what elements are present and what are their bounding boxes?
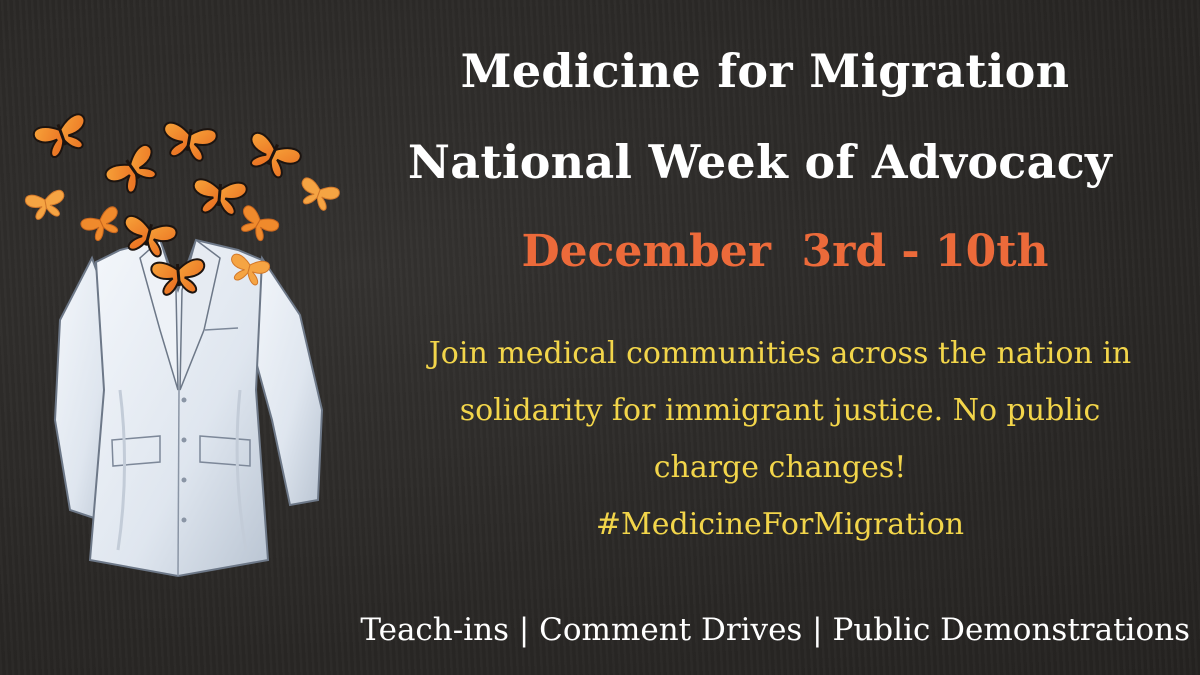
- hashtag: #MedicineForMigration: [595, 507, 965, 542]
- monarch-butterfly-icon: [241, 205, 280, 242]
- poster-title: Medicine for Migration: [460, 44, 1070, 98]
- body-line: charge changes!: [653, 450, 907, 485]
- monarch-butterfly-icon: [192, 178, 248, 216]
- lab-coat-butterflies-illustration: [24, 113, 340, 578]
- monarch-butterfly-icon: [301, 177, 340, 211]
- call-to-action-text: Join medical communities across the nati…: [340, 325, 1200, 553]
- monarch-butterfly-icon: [24, 189, 65, 220]
- butterfly-swarm: [24, 113, 340, 296]
- monarch-butterfly-icon: [104, 144, 157, 194]
- activities-list: Teach-ins | Comment Drives | Public Demo…: [360, 612, 1190, 648]
- monarch-butterfly-icon: [163, 121, 218, 162]
- event-dates: December 3rd - 10th: [521, 226, 1049, 277]
- poster-subtitle: National Week of Advocacy: [407, 135, 1113, 189]
- body-line: solidarity for immigrant justice. No pub…: [459, 393, 1101, 428]
- monarch-butterfly-icon: [80, 206, 118, 242]
- body-line: Join medical communities across the nati…: [428, 336, 1132, 371]
- monarch-butterfly-icon: [32, 113, 86, 158]
- monarch-butterfly-icon: [250, 131, 302, 179]
- poster-canvas: Medicine for Migration National Week of …: [0, 0, 1200, 675]
